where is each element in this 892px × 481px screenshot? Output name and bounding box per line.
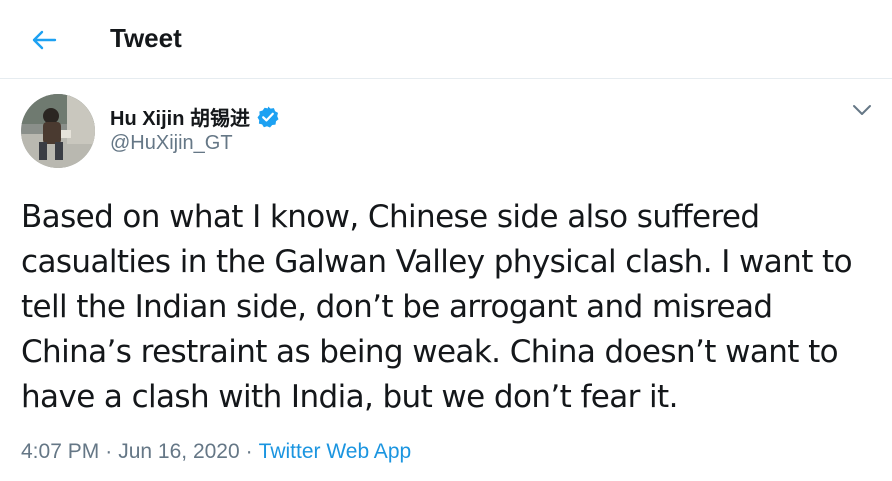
- avatar[interactable]: [21, 94, 95, 168]
- verified-badge-icon: [257, 106, 279, 127]
- meta-separator: ·: [105, 440, 113, 463]
- avatar-photo: [21, 94, 95, 168]
- back-button[interactable]: [22, 20, 66, 60]
- tweet-card: Hu Xijin 胡锡进 @HuXijin_GT Based on what I…: [0, 80, 892, 481]
- tweet-text: Based on what I know, Chinese side also …: [21, 199, 853, 415]
- page-title: Tweet: [110, 23, 182, 53]
- author-name-row[interactable]: Hu Xijin 胡锡进: [110, 102, 280, 131]
- tweet-source-link[interactable]: Twitter Web App: [259, 440, 412, 464]
- tweet-date[interactable]: Jun 16, 2020: [118, 440, 239, 464]
- author-handle[interactable]: @HuXijin_GT: [110, 132, 233, 155]
- tweet-time[interactable]: 4:07 PM: [21, 440, 99, 464]
- chevron-down-icon: [853, 105, 871, 115]
- author-name: Hu Xijin 胡锡进: [110, 108, 250, 130]
- tweet-meta: 4:07 PM · Jun 16, 2020 · Twitter Web App: [21, 440, 411, 464]
- arrow-left-icon: [32, 30, 57, 50]
- page-header: Tweet: [0, 0, 892, 79]
- meta-separator: ·: [245, 440, 253, 463]
- more-options-button[interactable]: [848, 96, 876, 124]
